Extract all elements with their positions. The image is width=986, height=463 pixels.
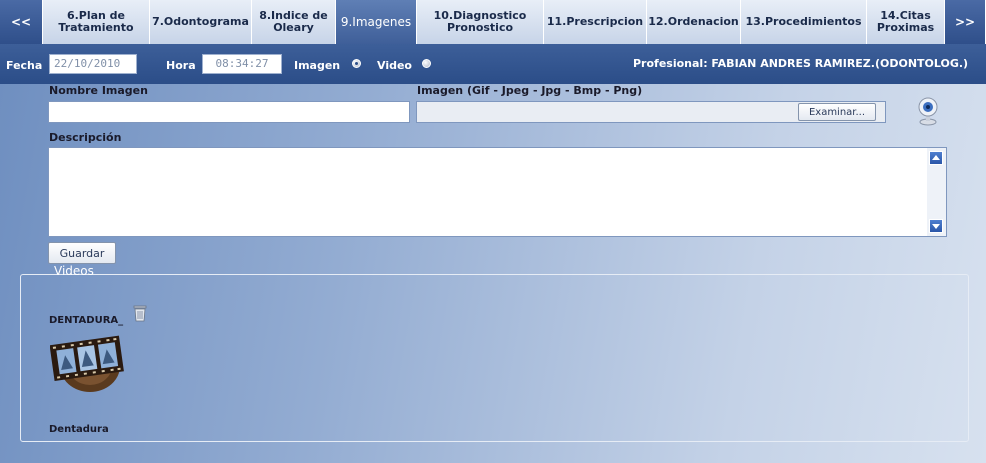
imagen-file-label: Imagen (Gif - Jpeg - Jpg - Bmp - Png) [417,84,643,97]
film-reel-icon[interactable] [49,330,128,395]
tab-diagnostico-pronostico[interactable]: 10.Diagnostico Pronostico [417,0,544,44]
scroll-down-button[interactable] [929,219,943,233]
tab-citas-proximas[interactable]: 14.Citas Proximas [867,0,945,44]
video-radio[interactable] [422,59,431,68]
tab-label: 10.Diagnostico Pronostico [433,9,527,34]
examinar-button[interactable]: Examinar... [798,103,876,121]
trash-icon[interactable] [133,304,147,325]
tab-label: 14.Citas Proximas [876,9,935,34]
main-panel: Nombre Imagen Imagen (Gif - Jpeg - Jpg -… [0,84,986,463]
hora-field[interactable]: 08:34:27 [202,54,282,74]
webcam-icon[interactable] [917,96,939,129]
info-bar: Fecha 22/10/2010 Hora 08:34:27 Imagen Vi… [0,44,986,84]
nombre-imagen-input[interactable] [48,101,410,123]
fecha-label: Fecha [6,59,43,72]
descripcion-scrollbar[interactable] [927,148,946,236]
tab-indice-oleary[interactable]: 8.Indice de Oleary [252,0,336,44]
descripcion-textarea[interactable] [48,147,947,237]
videos-legend: Videos [54,264,94,278]
fecha-field[interactable]: 22/10/2010 [49,54,137,74]
video-radio-label: Video [377,59,412,72]
video-caption: Dentadura [49,424,109,435]
tab-label: 9.Imagenes [340,15,412,29]
arrow-down-icon [932,224,940,229]
prev-tabs-button[interactable]: << [0,0,43,44]
profesional-label: Profesional: FABIAN ANDRES RAMIREZ.(ODON… [633,57,969,70]
video-title: DENTADURA_ [49,315,124,326]
tab-label: 6.Plan de Tratamiento [58,9,134,34]
tab-imagenes[interactable]: 9.Imagenes [336,0,417,44]
descripcion-label: Descripción [49,131,122,144]
next-tabs-button[interactable]: >> [945,0,986,44]
guardar-button[interactable]: Guardar [48,242,116,264]
tab-prescripcion[interactable]: 11.Prescripcion [544,0,647,44]
tab-odontograma[interactable]: 7.Odontograma [150,0,252,44]
nombre-imagen-label: Nombre Imagen [49,84,148,97]
tab-ordenacion[interactable]: 12.Ordenacion [647,0,741,44]
videos-fieldset [20,274,969,442]
hora-label: Hora [166,59,196,72]
tab-label: 7.Odontograma [152,15,249,28]
tab-plan-tratamiento[interactable]: 6.Plan de Tratamiento [43,0,150,44]
arrow-up-icon [932,155,940,160]
tab-label: 12.Ordenacion [648,15,739,28]
tab-label: 13.Procedimientos [745,15,862,28]
tab-bar: << 6.Plan de Tratamiento 7.Odontograma 8… [0,0,986,44]
imagen-radio-label: Imagen [294,59,341,72]
imagen-radio[interactable] [352,59,361,68]
tab-label: 8.Indice de Oleary [259,9,328,34]
tab-procedimientos[interactable]: 13.Procedimientos [741,0,867,44]
scroll-up-button[interactable] [929,151,943,165]
tab-label: 11.Prescripcion [546,15,644,28]
